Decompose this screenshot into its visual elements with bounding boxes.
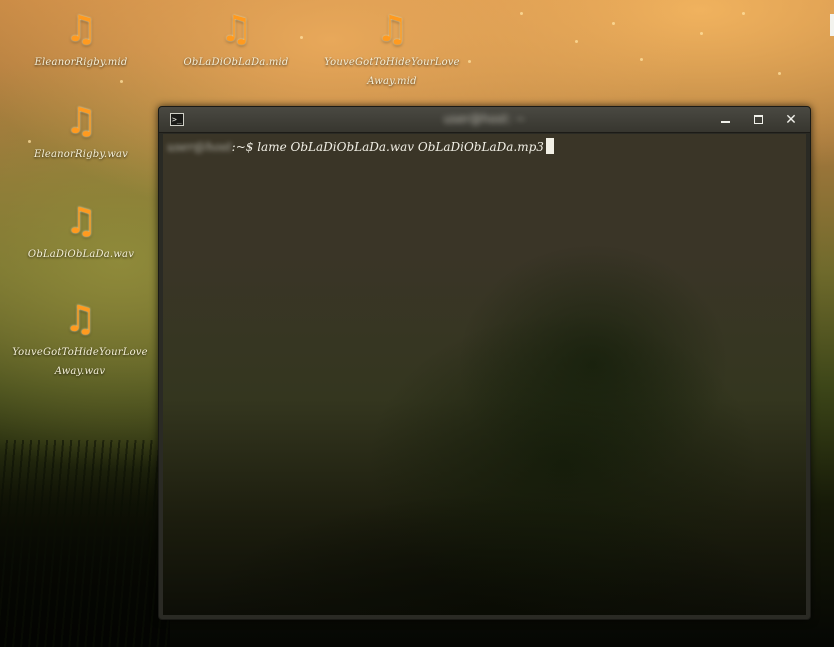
desktop-icon-eleanorrigby-mid[interactable]: ♫ EleanorRigby.mid (26, 10, 136, 72)
command-line: user@host:~$ lame ObLaDiObLaDa.wav ObLaD… (167, 138, 554, 156)
music-file-icon: ♫ (375, 9, 409, 50)
terminal-window[interactable]: >_ user@host: ~ ✕ user@host:~$ lame ObLa… (158, 106, 811, 620)
maximize-button[interactable] (748, 110, 768, 130)
wallpaper-sparkle (520, 12, 523, 15)
window-title: user@host: ~ (443, 112, 526, 126)
desktop-icon-label: EleanorRigby.wav (33, 149, 129, 160)
desktop-icon-obladioblada-wav[interactable]: ♫ ObLaDiObLaDa.wav (22, 202, 140, 264)
window-titlebar[interactable]: >_ user@host: ~ ✕ (159, 107, 810, 133)
music-file-icon: ♫ (64, 101, 98, 142)
wallpaper-sparkle (300, 36, 303, 39)
wallpaper-sparkle (700, 32, 703, 35)
wallpaper-grass (0, 440, 170, 647)
maximize-icon (753, 115, 763, 124)
wallpaper-sparkle (468, 60, 471, 63)
wallpaper-sparkle (612, 22, 615, 25)
desktop-icon-label: YouveGotToHideYourLoveAway.wav (12, 347, 148, 377)
terminal-output-area[interactable]: user@host:~$ lame ObLaDiObLaDa.wav ObLaD… (163, 134, 806, 615)
wallpaper-sparkle (640, 58, 643, 61)
desktop-icon-label: ObLaDiObLaDa.wav (27, 249, 135, 260)
close-icon: ✕ (785, 112, 797, 128)
wallpaper-sparkle (575, 40, 578, 43)
desktop-icon-label: EleanorRigby.mid (34, 57, 128, 68)
prompt-user-host: user@host (167, 140, 232, 154)
music-file-icon: ♫ (64, 201, 98, 242)
wallpaper-sparkle (120, 80, 123, 83)
close-button[interactable]: ✕ (781, 110, 801, 130)
minimize-button[interactable] (715, 110, 735, 130)
music-file-icon: ♫ (63, 299, 97, 340)
music-file-icon: ♫ (64, 9, 98, 50)
desktop-icon-obladioblada-mid[interactable]: ♫ ObLaDiObLaDa.mid (176, 10, 296, 72)
screen-edge-marker (830, 14, 834, 36)
wallpaper-sparkle (742, 12, 745, 15)
text-cursor (545, 138, 554, 154)
minimize-icon (720, 121, 730, 123)
desktop-icon-label: YouveGotToHideYourLoveAway.mid (324, 57, 460, 87)
desktop-icon-eleanorrigby-wav[interactable]: ♫ EleanorRigby.wav (26, 102, 136, 164)
desktop-icon-label: ObLaDiObLaDa.mid (183, 57, 289, 68)
prompt-command: :~$ lame ObLaDiObLaDa.wav ObLaDiObLaDa.m… (231, 140, 544, 154)
music-file-icon: ♫ (219, 9, 253, 50)
desktop-icon-youvegottohide-wav[interactable]: ♫ YouveGotToHideYourLoveAway.wav (10, 300, 150, 381)
wallpaper-sparkle (778, 72, 781, 75)
desktop-icon-youvegottohide-mid[interactable]: ♫ YouveGotToHideYourLoveAway.mid (322, 10, 462, 91)
